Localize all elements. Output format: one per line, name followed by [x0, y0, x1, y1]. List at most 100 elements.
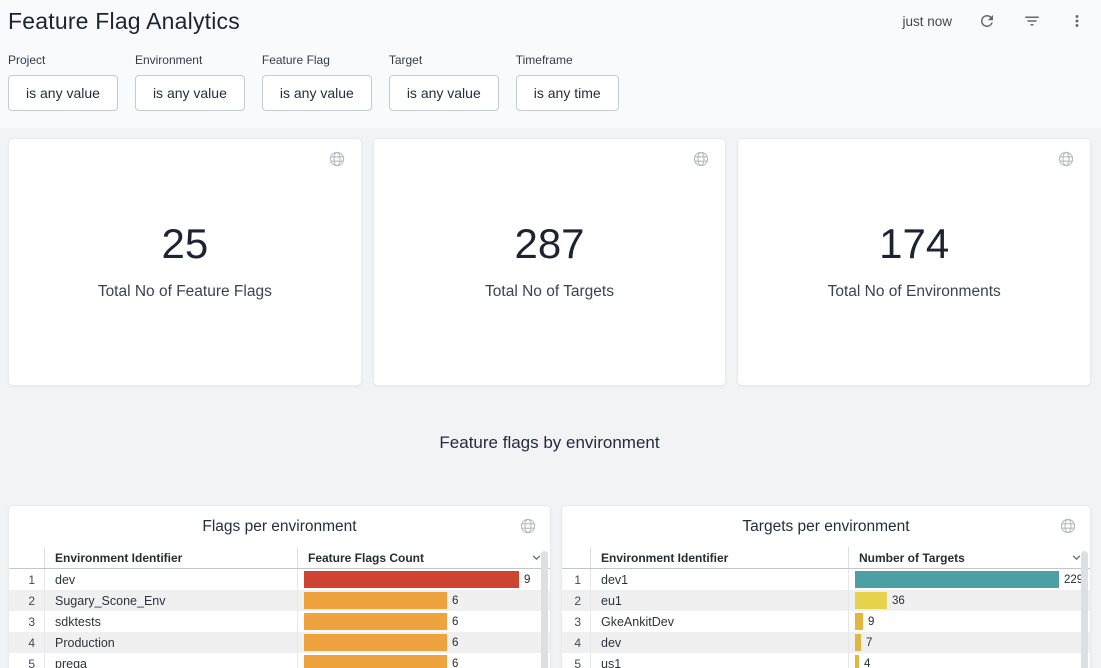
row-number-cell: 5 — [562, 653, 590, 668]
value-bar[interactable] — [855, 634, 861, 651]
row-number-cell: 2 — [562, 590, 590, 611]
value-bar[interactable] — [304, 613, 447, 630]
bar-value-label: 4 — [864, 658, 870, 668]
count-cell[interactable]: 7 — [848, 632, 1090, 653]
kpi-label: Total No of Environments — [828, 283, 1001, 301]
bar-value-label: 9 — [524, 574, 530, 586]
column-header-environment[interactable]: Environment Identifier — [590, 547, 848, 568]
environment-cell[interactable]: GkeAnkitDev — [590, 611, 848, 632]
tile-title: Targets per environment — [562, 506, 1090, 547]
column-header-environment[interactable]: Environment Identifier — [44, 547, 297, 568]
timezone-globe-icon[interactable] — [1060, 518, 1076, 539]
bar-value-label: 6 — [452, 595, 458, 607]
environment-cell[interactable]: dev1 — [590, 569, 848, 590]
environment-cell[interactable]: Sugary_Scone_Env — [44, 590, 297, 611]
row-number-header — [9, 547, 44, 568]
table-row[interactable]: 1dev 9 — [9, 569, 550, 590]
filter-project: Project is any value — [8, 53, 118, 111]
table-row[interactable]: 5us1 4 — [562, 653, 1090, 668]
table-header-row: Environment Identifier Number of Targets — [562, 547, 1090, 569]
row-number-cell: 3 — [562, 611, 590, 632]
bar-value-label: 6 — [452, 637, 458, 649]
value-bar[interactable] — [855, 613, 863, 630]
filter-label: Project — [8, 53, 118, 67]
filter-feature-flag-value-button[interactable]: is any value — [262, 75, 372, 111]
table-row[interactable]: 4Production 6 — [9, 632, 550, 653]
timezone-globe-icon[interactable] — [520, 518, 536, 539]
filter-timeframe-value-button[interactable]: is any time — [516, 75, 619, 111]
timezone-globe-icon[interactable] — [329, 151, 345, 172]
row-number-cell: 5 — [9, 653, 44, 668]
filter-environment: Environment is any value — [135, 53, 245, 111]
environment-cell[interactable]: dev — [44, 569, 297, 590]
filters-toggle-button[interactable] — [1022, 11, 1042, 31]
value-bar[interactable] — [855, 592, 887, 609]
environment-cell[interactable]: sdktests — [44, 611, 297, 632]
timezone-globe-icon[interactable] — [1058, 151, 1074, 172]
environment-cell[interactable]: us1 — [590, 653, 848, 668]
value-bar[interactable] — [304, 634, 447, 651]
count-cell[interactable]: 6 — [297, 611, 550, 632]
flags-per-environment-tile: Flags per environment Environment Identi… — [8, 505, 551, 668]
table-row[interactable]: 3sdktests6 — [9, 611, 550, 632]
bar-value-label: 7 — [866, 637, 872, 649]
count-cell[interactable]: 6 — [297, 653, 550, 668]
environment-cell[interactable]: dev — [590, 632, 848, 653]
value-bar[interactable] — [855, 571, 1059, 588]
header-actions: just now — [902, 11, 1087, 31]
row-number-cell: 4 — [9, 632, 44, 653]
filter-target-value-button[interactable]: is any value — [389, 75, 499, 111]
value-bar[interactable] — [304, 655, 447, 668]
kpi-tile-targets: 287 Total No of Targets — [373, 138, 727, 386]
dashboard-menu-button[interactable] — [1067, 11, 1087, 31]
kpi-tile-feature-flags: 25 Total No of Feature Flags — [8, 138, 362, 386]
bar-value-label: 9 — [868, 616, 874, 628]
filter-label: Timeframe — [516, 53, 619, 67]
environment-cell[interactable]: prega — [44, 653, 297, 668]
count-cell[interactable]: 9 — [297, 569, 550, 590]
count-cell[interactable]: 6 — [297, 590, 550, 611]
dashboard-body: 25 Total No of Feature Flags 287 Total N… — [0, 128, 1101, 668]
table-row[interactable]: 2Sugary_Scone_Env 6 — [9, 590, 550, 611]
filter-timeframe: Timeframe is any time — [516, 53, 619, 111]
count-cell[interactable]: 4 — [848, 653, 1090, 668]
count-cell[interactable]: 229 — [848, 569, 1090, 590]
table-row[interactable]: 4dev7 — [562, 632, 1090, 653]
value-bar[interactable] — [304, 571, 519, 588]
table-row[interactable]: 3GkeAnkitDev 9 — [562, 611, 1090, 632]
refresh-button[interactable] — [977, 11, 997, 31]
column-header-count[interactable]: Number of Targets — [848, 547, 1090, 568]
timezone-globe-icon[interactable] — [693, 151, 709, 172]
table-row[interactable]: 2eu1 36 — [562, 590, 1090, 611]
value-bar[interactable] — [304, 592, 447, 609]
filter-target: Target is any value — [389, 53, 499, 111]
column-header-label: Feature Flags Count — [308, 551, 424, 565]
table-row[interactable]: 1dev1229 — [562, 569, 1090, 590]
filter-project-value-button[interactable]: is any value — [8, 75, 118, 111]
table-row[interactable]: 5prega6 — [9, 653, 550, 668]
dashboard-page: { "header": { "title": "Feature Flag Ana… — [0, 0, 1101, 668]
kpi-row: 25 Total No of Feature Flags 287 Total N… — [8, 138, 1091, 386]
filter-label: Feature Flag — [262, 53, 372, 67]
count-cell[interactable]: 6 — [297, 632, 550, 653]
environment-cell[interactable]: eu1 — [590, 590, 848, 611]
row-number-cell: 2 — [9, 590, 44, 611]
table-scrollbar[interactable] — [541, 551, 548, 668]
filter-label: Target — [389, 53, 499, 67]
refresh-icon — [978, 12, 996, 30]
value-bar[interactable] — [855, 655, 859, 668]
count-cell[interactable]: 9 — [848, 611, 1090, 632]
filter-feature-flag: Feature Flag is any value — [262, 53, 372, 111]
table-scrollbar[interactable] — [1081, 551, 1088, 668]
filter-label: Environment — [135, 53, 245, 67]
last-refresh-status: just now — [902, 14, 952, 29]
row-number-cell: 1 — [562, 569, 590, 590]
bar-value-label: 36 — [892, 595, 905, 607]
tables-row: Flags per environment Environment Identi… — [8, 505, 1091, 668]
count-cell[interactable]: 36 — [848, 590, 1090, 611]
filter-environment-value-button[interactable]: is any value — [135, 75, 245, 111]
column-header-count[interactable]: Feature Flags Count — [297, 547, 550, 568]
table-header-row: Environment Identifier Feature Flags Cou… — [9, 547, 550, 569]
environment-cell[interactable]: Production — [44, 632, 297, 653]
row-number-cell: 1 — [9, 569, 44, 590]
